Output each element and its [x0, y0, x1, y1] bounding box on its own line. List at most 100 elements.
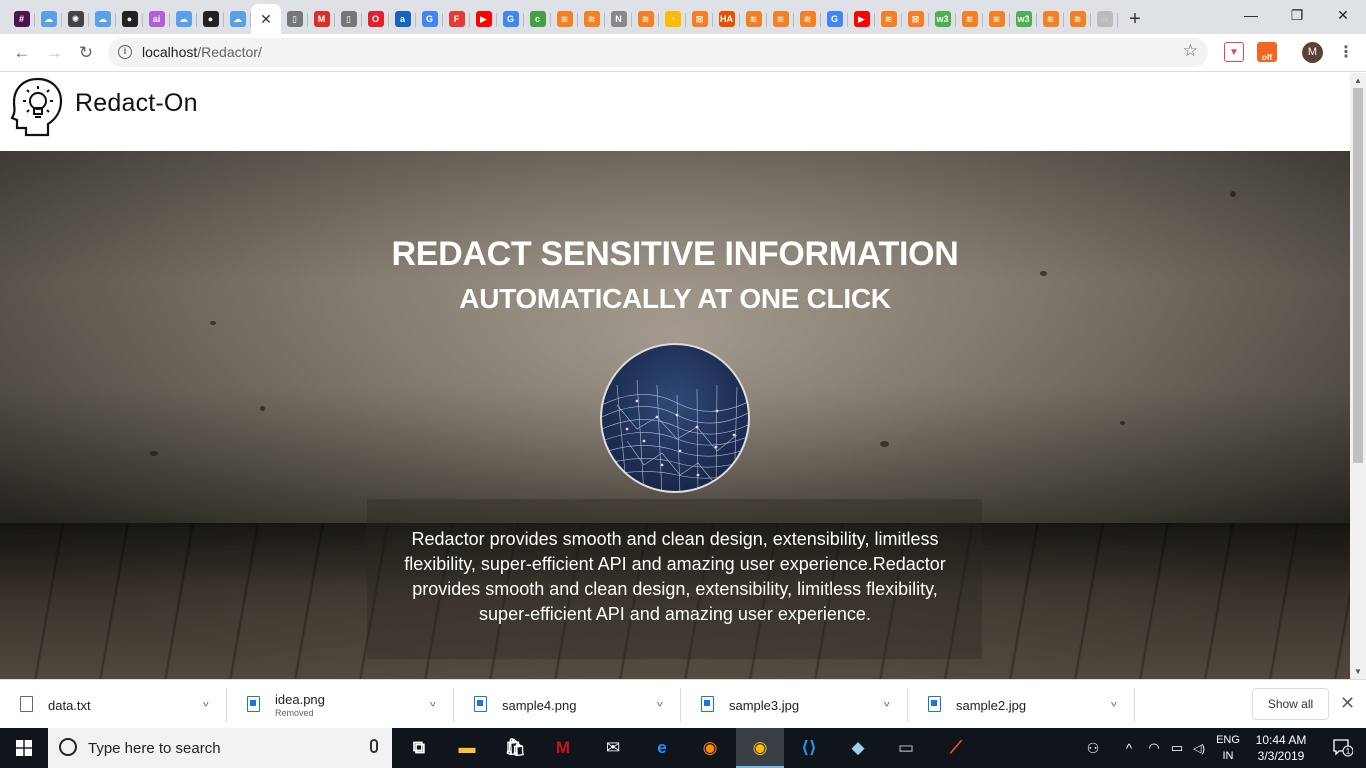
browser-tab[interactable]: HA [713, 4, 740, 34]
microphone-icon[interactable] [370, 739, 378, 753]
browser-tab[interactable]: ⊠ [902, 4, 929, 34]
browser-tab[interactable]: w3 [1010, 4, 1037, 34]
browser-tab[interactable]: ≋ [875, 4, 902, 34]
browser-tab[interactable]: ▶ [848, 4, 875, 34]
browser-tab[interactable]: ≋ [551, 4, 578, 34]
tray-overflow-chevron-icon[interactable]: ^ [1118, 728, 1140, 768]
browser-tab[interactable]: c [524, 4, 551, 34]
new-tab-button[interactable]: + [1118, 4, 1152, 34]
scrollbar-thumb[interactable] [1353, 88, 1363, 463]
scroll-up-arrow-icon[interactable]: ▲ [1350, 73, 1366, 88]
browser-tab[interactable]: ≋ [632, 4, 659, 34]
download-item[interactable]: sample4.png ^ [454, 680, 681, 729]
browser-tab[interactable]: ● [116, 4, 143, 34]
system-clock[interactable]: 10:44 AM 3/3/2019 [1248, 732, 1314, 764]
download-options-chevron-icon[interactable]: ^ [203, 695, 209, 709]
browser-tab[interactable]: ≋ [1037, 4, 1064, 34]
volume-icon[interactable]: ◁) [1188, 728, 1210, 768]
browser-tab[interactable]: ✺ [62, 4, 89, 34]
chrome-taskbar-button[interactable]: ◉ [736, 728, 784, 768]
browser-tab[interactable]: M [308, 4, 335, 34]
browser-tab[interactable]: ⊠ [686, 4, 713, 34]
browser-tab[interactable]: ≋ [767, 4, 794, 34]
profile-avatar[interactable]: M [1302, 42, 1323, 63]
browser-tab[interactable]: ▯ [335, 4, 362, 34]
browser-tab[interactable]: ◌ [1091, 4, 1118, 34]
download-item[interactable]: data.txt ^ [0, 680, 227, 729]
vscode-taskbar-button[interactable]: ⟨⟩ [785, 728, 833, 768]
browser-tab[interactable]: a [389, 4, 416, 34]
browser-tab[interactable]: ☁ [224, 4, 251, 34]
edge-taskbar-button[interactable]: e [638, 728, 686, 768]
mcafee-taskbar-button[interactable]: M [539, 728, 587, 768]
browser-tab[interactable]: ≋ [794, 4, 821, 34]
browser-tab[interactable]: ☁ [35, 4, 62, 34]
wifi-icon[interactable]: ◠ [1144, 728, 1164, 768]
download-options-chevron-icon[interactable]: ^ [657, 695, 663, 709]
download-options-chevron-icon[interactable]: ^ [884, 695, 890, 709]
browser-tab[interactable]: ai [143, 4, 170, 34]
firefox-taskbar-button[interactable]: ◉ [686, 728, 734, 768]
extension-off-icon[interactable]: off [1257, 42, 1277, 62]
browser-tab[interactable]: G [821, 4, 848, 34]
browser-menu-icon[interactable]: ⋮ [1338, 42, 1354, 62]
site-info-icon[interactable]: i [118, 45, 132, 59]
file-explorer-taskbar-button[interactable]: ▬ [443, 728, 491, 768]
start-button[interactable] [0, 728, 48, 768]
brand-name[interactable]: Redact-On [75, 89, 198, 118]
maximize-button[interactable]: ❐ [1274, 0, 1320, 30]
browser-tab[interactable]: N [605, 4, 632, 34]
close-download-shelf-icon[interactable]: ✕ [1340, 693, 1355, 714]
taskbar-search-box[interactable]: Type here to search [48, 728, 392, 768]
browser-tab[interactable]: w3 [929, 4, 956, 34]
reload-button[interactable]: ↻ [74, 41, 98, 65]
active-browser-tab[interactable]: ✕ [251, 4, 281, 34]
download-item[interactable]: sample2.jpg ^ [908, 680, 1135, 729]
browser-tab[interactable]: ≋ [983, 4, 1010, 34]
browser-tab[interactable]: F [443, 4, 470, 34]
browser-tab[interactable]: ▶ [470, 4, 497, 34]
youtube-icon: ▶ [853, 11, 870, 27]
task-view-taskbar-button[interactable]: ⧉ [395, 728, 443, 768]
download-options-chevron-icon[interactable]: ^ [430, 695, 436, 709]
action-center-button[interactable]: 1 [1320, 728, 1366, 768]
url-text[interactable]: localhost/Redactor/ [142, 44, 262, 60]
n-icon: N [610, 11, 627, 27]
back-button[interactable]: ← [10, 41, 34, 65]
download-item[interactable]: idea.png Removed ^ [227, 680, 454, 729]
browser-tab[interactable]: ● [197, 4, 224, 34]
bookmark-star-icon[interactable]: ☆ [1183, 41, 1198, 61]
head-lightbulb-logo-icon[interactable] [8, 76, 64, 138]
download-item[interactable]: sample3.jpg ^ [681, 680, 908, 729]
brackets-taskbar-button[interactable]: ⟋ [932, 728, 980, 768]
mail-taskbar-button[interactable]: ✉ [589, 728, 637, 768]
forward-button[interactable]: → [42, 41, 66, 65]
store-taskbar-button[interactable]: 🛍 [491, 728, 539, 768]
terminal-taskbar-button[interactable]: ▭ [882, 728, 930, 768]
pocket-icon[interactable]: ▼ [1224, 42, 1244, 62]
browser-tab[interactable]: ≋ [956, 4, 983, 34]
browser-tab[interactable]: # [8, 4, 35, 34]
browser-tab[interactable]: ☁ [170, 4, 197, 34]
close-window-button[interactable]: ✕ [1320, 0, 1366, 30]
download-options-chevron-icon[interactable]: ^ [1111, 695, 1117, 709]
address-bar[interactable]: i localhost/Redactor/ ☆ [108, 38, 1208, 67]
browser-tab[interactable]: ◔ [659, 4, 686, 34]
battery-icon[interactable]: ▭ [1166, 728, 1188, 768]
show-all-downloads-button[interactable]: Show all [1252, 688, 1329, 720]
browser-tab[interactable]: ▯ [281, 4, 308, 34]
close-tab-icon[interactable]: ✕ [260, 11, 272, 28]
browser-tab[interactable]: ☁ [89, 4, 116, 34]
scroll-down-arrow-icon[interactable]: ▼ [1350, 664, 1366, 679]
browser-tab[interactable]: ≋ [740, 4, 767, 34]
browser-tab[interactable]: G [497, 4, 524, 34]
people-icon[interactable]: ⚇ [1082, 728, 1104, 768]
minimize-button[interactable]: — [1228, 0, 1274, 30]
language-indicator[interactable]: ENG IN [1210, 732, 1246, 764]
browser-tab[interactable]: ≋ [578, 4, 605, 34]
browser-tab[interactable]: O [362, 4, 389, 34]
tablet-taskbar-button[interactable]: ◆ [834, 728, 882, 768]
browser-tab[interactable]: ≋ [1064, 4, 1091, 34]
browser-tab[interactable]: G [416, 4, 443, 34]
page-scrollbar[interactable]: ▲ ▼ [1350, 73, 1366, 679]
